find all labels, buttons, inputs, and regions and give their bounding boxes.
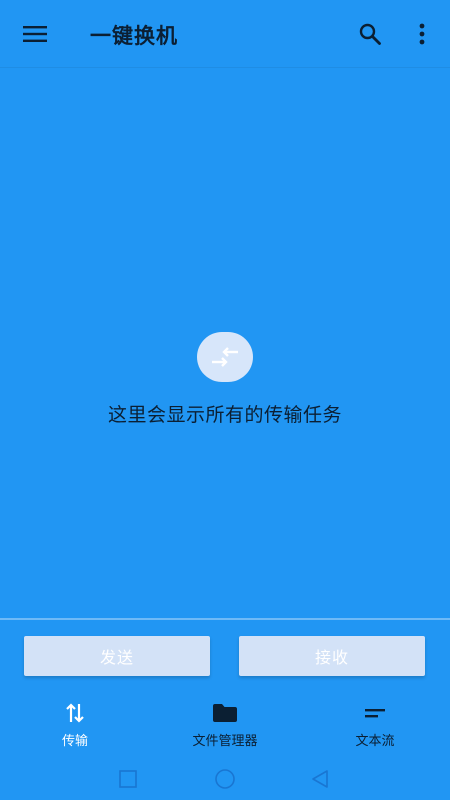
search-icon bbox=[359, 23, 381, 45]
text-lines-icon bbox=[362, 700, 388, 726]
send-button[interactable]: 发送 bbox=[24, 636, 210, 676]
transfer-icon bbox=[62, 700, 88, 726]
bottom-navigation: 传输 文件管理器 文本流 bbox=[0, 700, 450, 758]
app-root: 一键换机 这里会显示所有的传输任务 发送 接收 传输 文件管理器 文本流 bbox=[0, 0, 450, 800]
divider bbox=[0, 618, 450, 620]
empty-state-message: 这里会显示所有的传输任务 bbox=[107, 404, 342, 426]
recent-apps-button[interactable] bbox=[115, 766, 141, 792]
menu-button[interactable] bbox=[15, 14, 55, 54]
recent-apps-icon bbox=[119, 770, 137, 788]
search-button[interactable] bbox=[350, 14, 390, 54]
menu-icon bbox=[23, 26, 47, 42]
app-bar: 一键换机 bbox=[0, 0, 450, 68]
home-icon bbox=[215, 769, 235, 789]
more-vert-icon bbox=[419, 23, 425, 45]
nav-label-transfer: 传输 bbox=[61, 734, 88, 749]
page-title: 一键换机 bbox=[90, 24, 178, 48]
nav-item-transfer[interactable]: 传输 bbox=[15, 700, 135, 754]
back-icon bbox=[312, 770, 328, 788]
empty-state-icon-circle bbox=[197, 332, 253, 382]
home-button[interactable] bbox=[212, 766, 238, 792]
nav-label-text-flow: 文本流 bbox=[355, 734, 395, 749]
nav-item-text-flow[interactable]: 文本流 bbox=[315, 700, 435, 754]
folder-icon bbox=[212, 700, 238, 726]
system-navigation-bar bbox=[0, 758, 450, 800]
empty-state: 这里会显示所有的传输任务 bbox=[0, 332, 450, 427]
swap-arrows-icon bbox=[212, 347, 238, 367]
receive-button[interactable]: 接收 bbox=[239, 636, 425, 676]
nav-label-file-manager: 文件管理器 bbox=[192, 734, 258, 749]
nav-item-file-manager[interactable]: 文件管理器 bbox=[165, 700, 285, 754]
more-options-button[interactable] bbox=[402, 14, 442, 54]
back-button[interactable] bbox=[307, 766, 333, 792]
